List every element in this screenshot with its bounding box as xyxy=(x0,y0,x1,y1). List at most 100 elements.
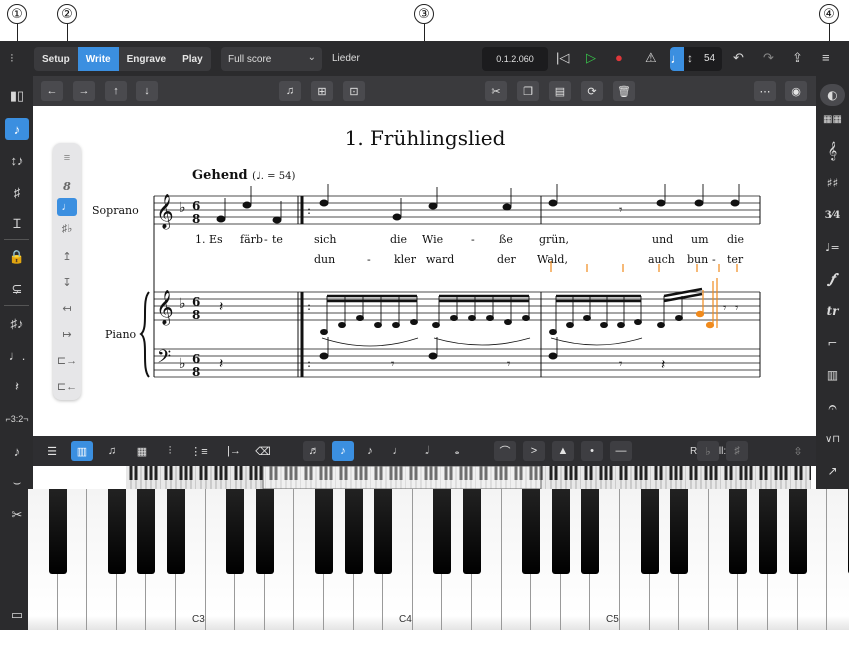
respell-sharp-icon[interactable]: ♯ xyxy=(726,441,748,461)
delete-icon[interactable]: 🗑 xyxy=(613,81,635,101)
list-icon[interactable]: ☰ xyxy=(41,441,63,461)
octave-icon[interactable]: 8 xyxy=(57,177,77,195)
lock-duration-icon[interactable]: ⊊ xyxy=(5,278,29,300)
mode-setup-button[interactable]: Setup xyxy=(34,47,78,71)
quarter-note-icon[interactable]: ♩ xyxy=(387,441,409,461)
keyboard-overview[interactable] xyxy=(126,465,811,490)
properties-icon[interactable]: ⋮≡ xyxy=(188,441,210,461)
insert-note-icon[interactable]: ♫ xyxy=(279,81,301,101)
score-page[interactable]: 1. Frühlingslied Gehend (♩. = 54) Sopran… xyxy=(37,106,813,436)
black-key[interactable] xyxy=(167,489,185,574)
arrow-up-icon[interactable]: ↑ xyxy=(105,81,127,101)
chord-input-icon[interactable]: ♯ xyxy=(5,181,29,203)
staccato-icon[interactable]: ≡ xyxy=(57,149,77,167)
fermata-icon[interactable]: 𝄐 xyxy=(820,396,845,418)
black-key[interactable] xyxy=(522,489,541,574)
menu-icon[interactable]: ≡ xyxy=(822,50,830,66)
note-input-icon[interactable]: ♪ xyxy=(5,118,29,140)
drum-pads-icon[interactable]: ▦ xyxy=(131,441,153,461)
whole-note-icon[interactable]: 𝅝 xyxy=(446,441,468,461)
insert-mode-icon[interactable]: ↕♪ xyxy=(5,149,29,171)
eighth-note-icon[interactable]: ♪ xyxy=(332,441,354,461)
mixer-icon[interactable]: ⫶ xyxy=(159,441,181,461)
tempo-icon[interactable]: ♩= xyxy=(820,236,845,258)
dotted-note-icon[interactable]: ♩. xyxy=(5,344,29,366)
black-key[interactable] xyxy=(48,489,67,574)
move-left-icon[interactable]: ↤ xyxy=(57,299,77,317)
rewind-icon[interactable]: |◁ xyxy=(556,50,569,66)
move-right-icon[interactable]: ↦ xyxy=(57,325,77,343)
ornaments-icon[interactable]: tr xyxy=(820,300,845,322)
black-key[interactable] xyxy=(640,489,659,574)
black-key[interactable] xyxy=(729,489,748,574)
scissors-icon[interactable]: ✂ xyxy=(5,504,29,526)
add-bar-icon[interactable]: ⊞ xyxy=(311,81,333,101)
timecode-display[interactable]: 0.1.2.060 xyxy=(482,47,548,71)
mode-play-button[interactable]: Play xyxy=(174,47,211,71)
play-icon[interactable]: ▷ xyxy=(586,50,596,66)
palette-icon[interactable]: ◐ xyxy=(820,84,845,106)
guitar-icon[interactable]: ♫ xyxy=(101,441,123,461)
tenuto-icon[interactable]: — xyxy=(610,441,632,461)
bottom-panel-icon[interactable]: ▭ xyxy=(5,604,29,626)
tempo-display[interactable]: ♩ ↕ 54 xyxy=(670,47,722,71)
black-key[interactable] xyxy=(137,489,156,574)
add-bar-after-icon[interactable]: ⊡ xyxy=(343,81,365,101)
marcato-icon[interactable]: ▲ xyxy=(552,441,574,461)
redo-icon[interactable]: ↷ xyxy=(763,50,774,66)
grace-note-icon[interactable]: ♪ xyxy=(5,440,29,462)
black-key[interactable] xyxy=(759,489,777,574)
beam-start-icon[interactable]: ⊏→ xyxy=(57,351,77,369)
tuplet-icon[interactable]: ⌐3:2¬ xyxy=(5,408,29,430)
piano-keyboard[interactable]: C3 C4 C5 xyxy=(28,489,849,630)
clef-icon[interactable]: 𝄞 xyxy=(820,140,845,162)
black-key[interactable] xyxy=(107,489,126,574)
lock-icon[interactable]: 🔒 xyxy=(5,246,29,268)
accent-icon[interactable]: > xyxy=(523,441,545,461)
black-key[interactable] xyxy=(788,489,807,574)
sixteenth-note-icon[interactable]: ♬ xyxy=(303,441,325,461)
black-key[interactable] xyxy=(433,489,452,574)
cut-icon[interactable]: ✂ xyxy=(485,81,507,101)
tie-icon[interactable]: ⌣ xyxy=(5,472,29,494)
black-key[interactable] xyxy=(551,489,570,574)
notes-panel-icon[interactable]: ♯♪ xyxy=(5,312,29,334)
staccato-dot-icon[interactable]: • xyxy=(581,441,603,461)
undo-icon[interactable]: ↶ xyxy=(733,50,744,66)
black-key[interactable] xyxy=(581,489,600,574)
black-key[interactable] xyxy=(463,489,481,574)
respell-flat-icon[interactable]: ♭ xyxy=(697,441,719,461)
piano-keyboard-icon[interactable]: ▥ xyxy=(71,441,93,461)
black-key[interactable] xyxy=(226,489,245,574)
white-key[interactable] xyxy=(827,489,849,630)
backspace-icon[interactable]: ⌫ xyxy=(252,441,274,461)
black-key[interactable] xyxy=(344,489,363,574)
dynamics-icon[interactable]: 𝆑 xyxy=(820,268,845,290)
stem-down-icon[interactable]: ↧ xyxy=(57,273,77,291)
black-key[interactable] xyxy=(255,489,274,574)
beam-end-icon[interactable]: ⊏← xyxy=(57,377,77,395)
eye-icon[interactable]: ◉ xyxy=(785,81,807,101)
bowing-icon[interactable]: ∨⊓ xyxy=(820,428,845,450)
music-notation[interactable]: 𝄞 ♭ 6 8 𝄞 ♭ 6 8 𝄢 ♭ 6 8 𝄽 𝄽 : : : 𝄾 𝄾 𝄾 … xyxy=(37,106,813,436)
half-note-icon[interactable]: 𝅗𝅥 xyxy=(416,441,438,461)
panel-resize-icon[interactable]: ⇳ xyxy=(787,441,809,461)
arrow-down-icon[interactable]: ↓ xyxy=(136,81,158,101)
playing-techniques-icon[interactable]: ⌐ xyxy=(820,332,845,354)
black-key[interactable] xyxy=(374,489,393,574)
note-icon[interactable]: ♩ xyxy=(57,198,77,216)
record-icon[interactable]: ● xyxy=(615,50,623,66)
arrow-left-icon[interactable]: ← xyxy=(41,81,63,101)
mode-engrave-button[interactable]: Engrave xyxy=(119,47,174,71)
more-icon[interactable]: ⋯ xyxy=(754,81,776,101)
key-signature-icon[interactable]: ♯♯ xyxy=(820,172,845,194)
lines-icon[interactable]: ↗ xyxy=(820,460,845,482)
caret-icon[interactable]: Ɪ xyxy=(5,212,29,234)
keypad-icon[interactable]: ▦▦ xyxy=(820,108,845,130)
repeats-icon[interactable]: ▥ xyxy=(820,364,845,386)
panel-toggle-icon[interactable]: ▮▯ xyxy=(5,85,29,107)
copy-icon[interactable]: ❐ xyxy=(517,81,539,101)
layout-select[interactable]: Full score ⌄ xyxy=(221,47,322,71)
repeat-icon[interactable]: ⟳ xyxy=(581,81,603,101)
rest-icon[interactable]: 𝄽 xyxy=(5,376,29,398)
